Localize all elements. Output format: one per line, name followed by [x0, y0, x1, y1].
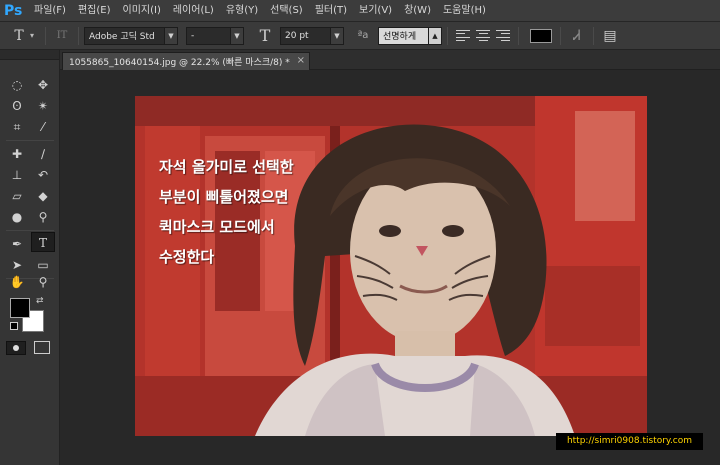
menu-window[interactable]: 창(W): [398, 0, 437, 22]
font-family-value: Adobe 고딕 Std: [89, 32, 155, 42]
swap-colors-icon[interactable]: ⇄: [36, 296, 44, 306]
document-tab-title: 1055865_10640154.jpg @ 22.2% (빠른 마스크/8) …: [69, 58, 290, 68]
menu-file[interactable]: 파일(F): [28, 0, 72, 22]
chevron-down-icon: ▼: [330, 27, 343, 44]
quick-mask-mode-button[interactable]: [6, 341, 26, 355]
antialias-icon: ªa: [357, 29, 369, 41]
chevron-down-icon: ▼: [164, 27, 177, 44]
overlay-caption-line: 퀵마스크 모드에서: [159, 218, 275, 236]
separator: [518, 26, 519, 45]
clone-stamp-tool-icon[interactable]: ⊥: [5, 165, 29, 185]
preset-arrow-icon[interactable]: ▾: [30, 31, 40, 40]
zoom-tool-icon[interactable]: ⚲: [31, 272, 55, 292]
font-style-value: -: [191, 30, 195, 41]
hand-tool-icon[interactable]: ✋: [5, 272, 29, 292]
close-icon[interactable]: ×: [297, 55, 305, 66]
antialias-select[interactable]: 선명하게 ▲: [378, 26, 442, 45]
menu-image[interactable]: 이미지(I): [117, 0, 167, 22]
magic-wand-tool-icon[interactable]: ✴: [31, 96, 55, 116]
options-bar: T ▾ IT Adobe 고딕 Std ▼ - ▼ T 20 pt ▼ ªa 선…: [0, 22, 720, 50]
font-size-select[interactable]: 20 pt ▼: [280, 26, 344, 45]
default-colors-icon[interactable]: [10, 322, 18, 330]
screen-mode-button[interactable]: [34, 341, 50, 354]
type-tool-preset-icon[interactable]: T: [8, 22, 30, 50]
overlay-caption: 자석 올가미로 선택한 부분이 삐툴어졌으면 퀵마스크 모드에서 수정한다: [159, 152, 359, 272]
eraser-tool-icon[interactable]: ▱: [5, 186, 29, 206]
menu-help[interactable]: 도움말(H): [437, 0, 492, 22]
dodge-tool-icon[interactable]: ⚲: [31, 207, 55, 227]
align-left-icon[interactable]: [456, 29, 470, 42]
healing-brush-tool-icon[interactable]: ✚: [5, 144, 29, 164]
tools-panel-header[interactable]: [0, 50, 59, 60]
marquee-tool-icon[interactable]: ◌: [5, 75, 29, 95]
foreground-color-swatch[interactable]: [10, 298, 30, 318]
overlay-caption-line: 수정한다: [159, 248, 215, 266]
menu-edit[interactable]: 편집(E): [72, 0, 117, 22]
separator: [593, 26, 594, 45]
text-color-swatch[interactable]: [530, 28, 552, 43]
text-orientation-icon[interactable]: IT: [51, 22, 73, 50]
separator: [447, 26, 448, 45]
crop-tool-icon[interactable]: ⌗: [5, 117, 29, 137]
chevron-down-icon: ▲: [428, 27, 441, 44]
character-panel-icon[interactable]: ▤: [599, 22, 621, 50]
menu-filter[interactable]: 필터(T): [309, 0, 353, 22]
pen-tool-icon[interactable]: ✒: [5, 234, 29, 254]
eyedropper-tool-icon[interactable]: ⁄: [31, 117, 55, 137]
align-center-icon[interactable]: [476, 29, 490, 42]
photoshop-logo: Ps: [4, 2, 23, 19]
font-size-icon: T: [259, 25, 271, 45]
separator: [78, 26, 79, 45]
menu-view[interactable]: 보기(V): [353, 0, 398, 22]
chevron-down-icon: ▼: [230, 27, 243, 44]
brush-tool-icon[interactable]: ∕: [31, 144, 55, 164]
font-family-select[interactable]: Adobe 고딕 Std ▼: [84, 26, 178, 45]
menu-select[interactable]: 선택(S): [264, 0, 309, 22]
document-tab-bar: 1055865_10640154.jpg @ 22.2% (빠른 마스크/8) …: [60, 50, 720, 70]
separator: [6, 230, 54, 231]
blur-tool-icon[interactable]: ●: [5, 207, 29, 227]
lasso-tool-icon[interactable]: ʘ: [5, 96, 29, 116]
blog-watermark: http://simri0908.tistory.com: [556, 433, 703, 450]
menu-type[interactable]: 유형(Y): [220, 0, 264, 22]
tools-panel: ◌ ✥ ʘ ✴ ⌗ ⁄ ✚ ∕ ⊥ ↶ ▱ ◆ ● ⚲ ✒ T ➤ ▭ ✋ ⚲ …: [0, 50, 60, 465]
align-right-icon[interactable]: [496, 29, 510, 42]
font-style-select[interactable]: - ▼: [186, 26, 244, 45]
antialias-value: 선명하게: [383, 32, 417, 42]
document-tab[interactable]: 1055865_10640154.jpg @ 22.2% (빠른 마스크/8) …: [62, 52, 310, 70]
type-tool-icon[interactable]: T: [31, 232, 55, 252]
move-tool-icon[interactable]: ✥: [31, 75, 55, 95]
separator: [45, 26, 46, 45]
font-size-value: 20 pt: [285, 30, 309, 41]
document-workspace: 자석 올가미로 선택한 부분이 삐툴어졌으면 퀵마스크 모드에서 수정한다: [61, 71, 720, 465]
overlay-caption-line: 부분이 삐툴어졌으면: [159, 188, 289, 206]
separator: [6, 140, 54, 141]
image-canvas[interactable]: 자석 올가미로 선택한 부분이 삐툴어졌으면 퀵마스크 모드에서 수정한다: [135, 96, 647, 436]
warp-text-icon[interactable]: Ꮧ: [566, 22, 588, 50]
paint-bucket-tool-icon[interactable]: ◆: [31, 186, 55, 206]
history-brush-tool-icon[interactable]: ↶: [31, 165, 55, 185]
menu-layer[interactable]: 레이어(L): [167, 0, 220, 22]
overlay-caption-line: 자석 올가미로 선택한: [159, 158, 294, 176]
separator: [560, 26, 561, 45]
menu-bar: Ps 파일(F) 편집(E) 이미지(I) 레이어(L) 유형(Y) 선택(S)…: [0, 0, 720, 22]
